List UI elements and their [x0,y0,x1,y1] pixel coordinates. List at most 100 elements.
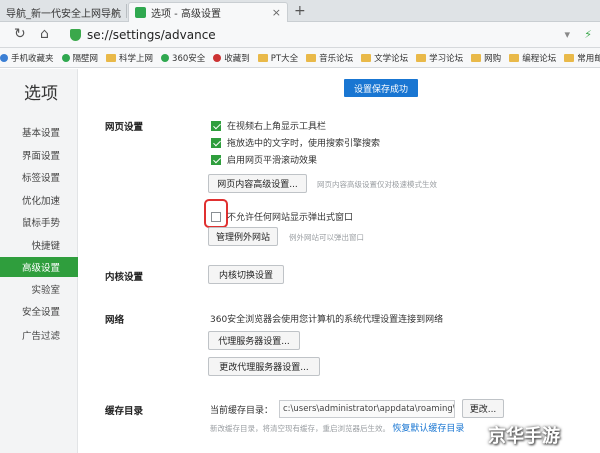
checkbox-icon [211,154,221,165]
proxy-settings-button[interactable]: 代理服务器设置... [208,331,300,350]
sidebar-item[interactable]: 鼠标手势 [0,212,78,232]
bookmark-label: 文学论坛 [374,53,409,64]
bookmark-label: 科学上网 [119,53,154,64]
section-label-webpage: 网页设置 [105,122,144,133]
advanced-hint: 网页内容高级设置仅对极速模式生效 [317,180,437,189]
bookmark-label: 手机收藏夹 [11,53,54,64]
checkbox-label: 启用网页平滑滚动效果 [227,156,318,166]
checkbox-icon [211,211,221,222]
bookmark-label: 常用邮 [577,53,600,64]
folder-icon [106,53,117,62]
sidebar-item[interactable]: 标签设置 [0,167,78,187]
bookmark-item[interactable]: 手机收藏夹 [0,52,54,64]
address-bar: ↻ ⌂ se://settings/advance ▾ ⚡ [0,22,600,48]
bookmark-label: 收藏到 [224,53,250,64]
lightning-icon[interactable]: ⚡ [584,28,592,41]
webpage-advanced-button[interactable]: 网页内容高级设置... [208,174,307,193]
sidebar-item[interactable]: 快捷键 [0,235,78,255]
dropdown-icon[interactable]: ▾ [564,28,570,41]
refresh-icon[interactable]: ↻ [14,26,26,42]
kernel-switch-button[interactable]: 内核切换设置 [208,265,284,284]
site-icon [61,53,70,62]
save-success-toast: 设置保存成功 [344,79,418,97]
sidebar-item[interactable]: 基本设置 [0,122,78,142]
sidebar-item[interactable]: 界面设置 [0,145,78,165]
bookmark-item[interactable]: 360安全 [161,52,205,64]
bookmark-icon [0,53,8,62]
bookmarks-bar: 手机收藏夹 隔壁网 科学上网 360安全 收藏到 PT大全 音乐论坛 文学论坛 学习论坛 网购 编程… [0,48,600,68]
sidebar-item[interactable]: 实验室 [0,279,78,299]
cache-path-field[interactable]: c:\users\administrator\appdata\roaming\3… [279,400,455,418]
folder-icon [257,53,268,62]
section-label-network: 网络 [105,315,125,326]
folder-icon [416,53,427,62]
site-icon [161,53,170,62]
url-text: se://settings/advance [87,28,216,42]
change-proxy-button[interactable]: 更改代理服务器设置... [208,357,320,376]
bookmark-item[interactable]: 学习论坛 [416,52,463,64]
bookmark-label: 360安全 [172,53,206,64]
change-cache-button[interactable]: 更改... [462,399,504,418]
folder-icon [471,53,482,62]
tab-bar: 导航_新一代安全上网导航 × 选项 - 高级设置 × + [0,0,600,22]
restore-default-cache-link[interactable]: 恢复默认缓存目录 [392,424,464,434]
bookmark-item[interactable]: 网购 [471,52,501,64]
bookmark-item[interactable]: 收藏到 [213,52,250,64]
tab-label: 选项 - 高级设置 [151,9,221,20]
bookmark-label: 学习论坛 [429,53,464,64]
checkbox-label: 不允许任何网站显示弹出式窗口 [227,213,354,223]
bookmark-label: 隔壁网 [72,53,99,64]
folder-icon [306,53,317,62]
checkbox-label: 拖放选中的文字时，使用搜索引擎搜索 [227,139,381,149]
tab-settings[interactable]: 选项 - 高级设置 × [128,2,288,22]
cache-note: 新改缓存目录，将清空现有缓存，重启浏览器后生效。 恢复默认缓存目录 [210,421,464,434]
checkbox-label: 在视频右上角显示工具栏 [227,122,327,132]
folder-icon [361,53,372,62]
bookmark-item[interactable]: 编程论坛 [509,52,556,64]
close-icon[interactable]: × [111,5,120,18]
bookmark-item[interactable]: 常用邮 [564,52,600,64]
url-field[interactable]: se://settings/advance [70,25,550,45]
new-tab-button[interactable]: + [294,3,306,19]
watermark-logo: 京华手游 [488,426,560,447]
tab-separator [126,4,127,18]
tab-navigation[interactable]: 导航_新一代安全上网导航 × [0,2,126,22]
manage-exceptions-button[interactable]: 管理例外网站 [208,227,278,246]
home-icon[interactable]: ⌂ [40,26,49,42]
sidebar-item[interactable]: 优化加速 [0,190,78,210]
bookmark-item[interactable]: 隔壁网 [61,52,99,64]
heart-icon [213,53,222,62]
checkbox-block-popups[interactable]: 不允许任何网站显示弹出式窗口 [211,210,353,223]
bookmark-item[interactable]: 文学论坛 [361,52,408,64]
section-label-cache: 缓存目录 [105,406,144,417]
settings-favicon-icon [135,7,146,18]
folder-icon [564,53,575,62]
checkbox-video-toolbar[interactable]: 在视频右上角显示工具栏 [211,119,326,132]
shield-icon [70,29,81,41]
bookmark-item[interactable]: 音乐论坛 [306,52,353,64]
main-content: 设置保存成功 网页设置 在视频右上角显示工具栏 拖放选中的文字时，使用搜索引擎搜… [79,69,600,453]
checkbox-icon [211,137,221,148]
checkbox-smooth-scroll[interactable]: 启用网页平滑滚动效果 [211,153,317,166]
sidebar-item[interactable]: 安全设置 [0,301,78,321]
section-label-kernel: 内核设置 [105,272,144,283]
page-title: 选项 [24,84,58,104]
network-description: 360安全浏览器会使用您计算机的系统代理设置连接到网络 [210,315,444,325]
bookmark-item[interactable]: 科学上网 [106,52,153,64]
bookmark-label: PT大全 [270,53,299,64]
bookmark-label: 网购 [484,53,502,64]
tab-label: 导航_新一代安全上网导航 [6,8,121,20]
close-icon[interactable]: × [272,6,281,19]
cache-current-label: 当前缓存目录： [210,406,274,416]
sidebar-item[interactable]: 广告过滤 [0,325,78,345]
bookmark-label: 编程论坛 [522,53,557,64]
checkbox-icon [211,120,221,131]
folder-icon [509,53,520,62]
bookmark-item[interactable]: PT大全 [257,52,299,64]
bookmark-label: 音乐论坛 [319,53,354,64]
sidebar-item[interactable]: 高级设置 [0,257,78,277]
cache-note-text: 新改缓存目录，将清空现有缓存，重启浏览器后生效。 [210,424,390,433]
exceptions-hint: 例外网站可以弹出窗口 [289,233,364,242]
sidebar: 选项 基本设置界面设置 标签设置优化加速 鼠标手势快捷键 高级设置 实验室 安全设置广告过… [0,69,78,453]
checkbox-drag-search[interactable]: 拖放选中的文字时，使用搜索引擎搜索 [211,136,380,149]
